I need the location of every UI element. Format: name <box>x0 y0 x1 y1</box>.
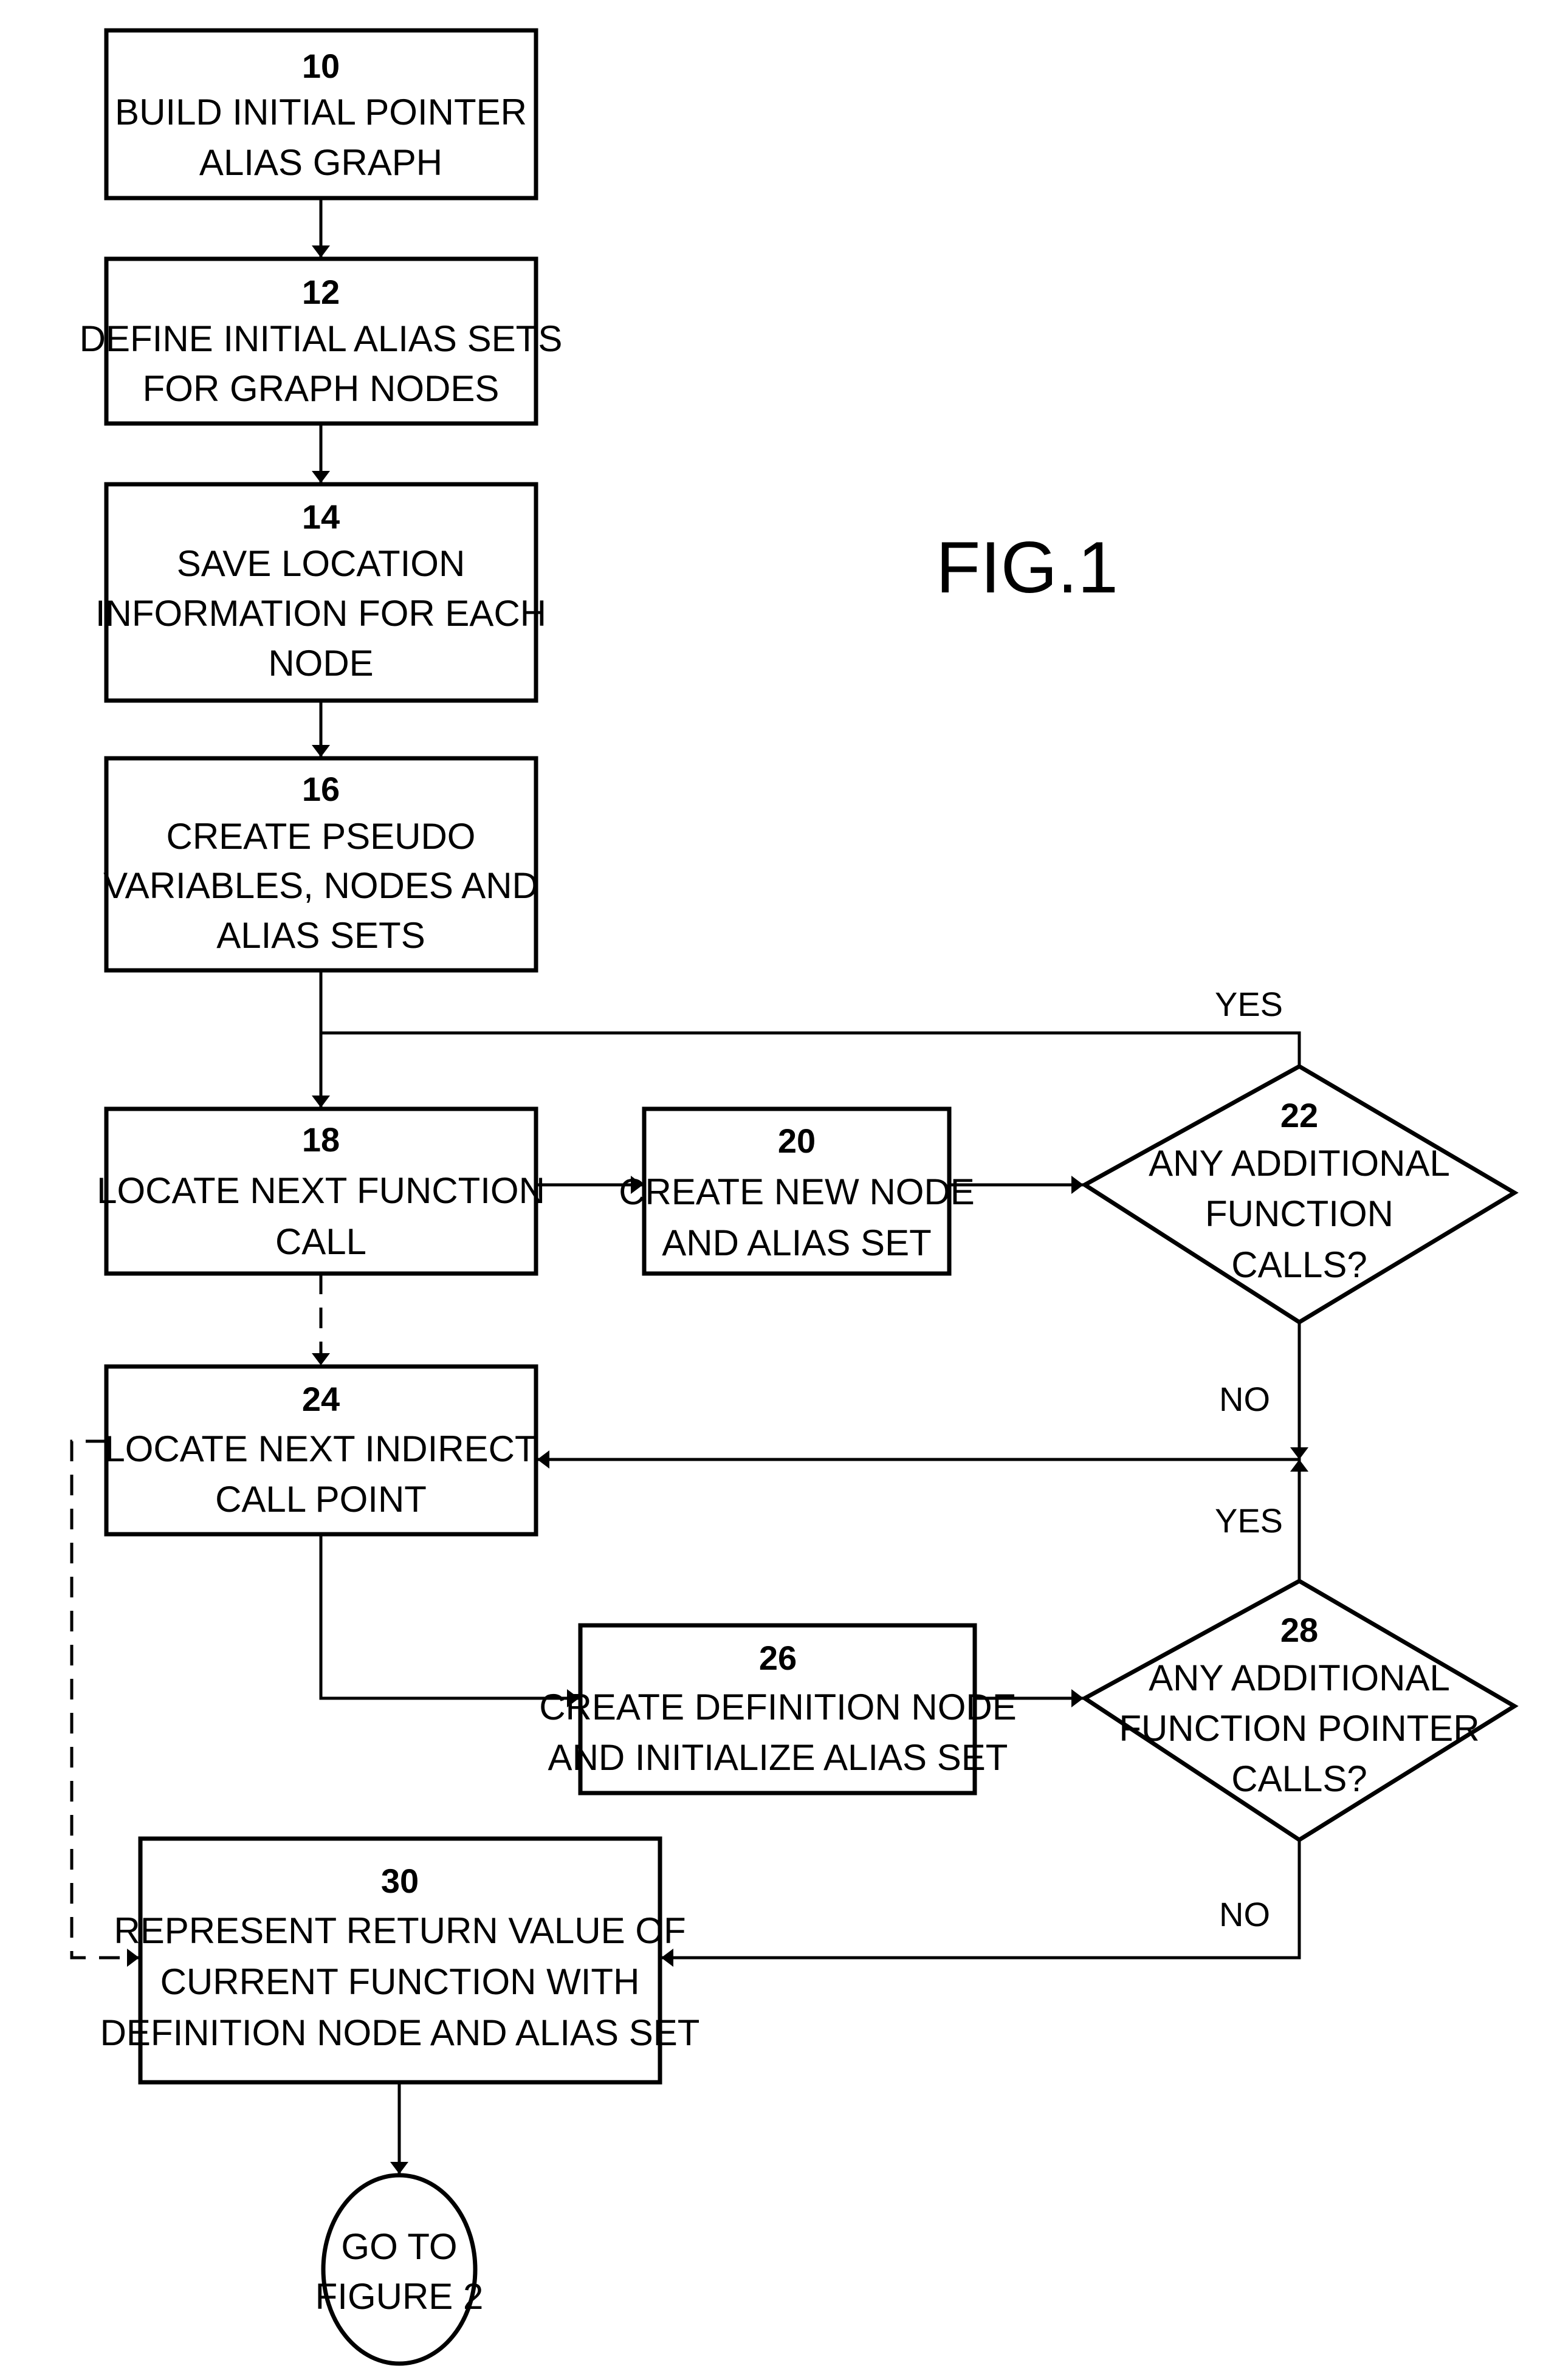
edge-label-22-no: NO <box>1219 1380 1270 1418</box>
edge-22-yes-loop <box>321 1031 1301 1066</box>
edge-28-no <box>661 1840 1301 1967</box>
node-24: 24 LOCATE NEXT INDIRECT CALL POINT <box>104 1364 538 1537</box>
node-22-line-3: CALLS? <box>1231 1244 1367 1285</box>
node-16: 16 CREATE PSEUDO VARIABLES, NODES AND AL… <box>103 756 538 973</box>
node-30: 30 REPRESENT RETURN VALUE OF CURRENT FUN… <box>100 1836 700 2085</box>
node-14-line-1: SAVE LOCATION <box>177 543 466 584</box>
node-20: 20 CREATE NEW NODE AND ALIAS SET <box>619 1106 975 1276</box>
terminator-line-1: GO TO <box>341 2226 457 2267</box>
node-28-line-2: FUNCTION POINTER <box>1119 1708 1479 1749</box>
figure-label: FIG.1 <box>936 527 1118 608</box>
terminator-go-to-figure-2: GO TO FIGURE 2 <box>315 2173 484 2366</box>
node-12-line-1: DEFINE INITIAL ALIAS SETS <box>80 318 563 359</box>
node-22-decision: 22 ANY ADDITIONAL FUNCTION CALLS? <box>1081 1063 1519 1325</box>
node-16-number: 16 <box>302 770 340 808</box>
node-14-line-3: NODE <box>268 643 373 684</box>
node-16-line-1: CREATE PSEUDO <box>167 816 476 857</box>
node-16-line-3: ALIAS SETS <box>216 915 425 956</box>
node-12-line-2: FOR GRAPH NODES <box>143 368 500 409</box>
node-20-line-2: AND ALIAS SET <box>662 1223 932 1263</box>
node-24-line-1: LOCATE NEXT INDIRECT <box>105 1428 537 1469</box>
node-14-number: 14 <box>302 498 340 536</box>
node-20-number: 20 <box>778 1122 816 1160</box>
flowchart: 10 BUILD INITIAL POINTER ALIAS GRAPH 12 … <box>70 28 1519 2366</box>
node-26-line-2: AND INITIALIZE ALIAS SET <box>548 1737 1008 1778</box>
node-28-line-3: CALLS? <box>1231 1758 1367 1799</box>
node-30-number: 30 <box>381 1862 419 1900</box>
node-10-line-2: ALIAS GRAPH <box>199 142 442 183</box>
node-18-number: 18 <box>302 1120 340 1159</box>
node-24-number: 24 <box>302 1380 340 1418</box>
node-22-number: 22 <box>1280 1096 1318 1134</box>
node-14: 14 SAVE LOCATION INFORMATION FOR EACH NO… <box>95 482 546 703</box>
node-18-line-2: CALL <box>275 1221 366 1262</box>
edge-label-22-yes: YES <box>1215 985 1283 1023</box>
node-14-line-2: INFORMATION FOR EACH <box>95 593 546 634</box>
node-22-line-2: FUNCTION <box>1205 1193 1393 1234</box>
node-10-number: 10 <box>302 47 340 85</box>
node-28-decision: 28 ANY ADDITIONAL FUNCTION POINTER CALLS… <box>1081 1578 1519 1843</box>
node-10-line-1: BUILD INITIAL POINTER <box>115 92 527 132</box>
edge-label-28-yes: YES <box>1215 1501 1283 1540</box>
node-28-number: 28 <box>1280 1611 1318 1649</box>
node-30-line-1: REPRESENT RETURN VALUE OF <box>114 1910 686 1951</box>
node-12: 12 DEFINE INITIAL ALIAS SETS FOR GRAPH N… <box>80 256 563 426</box>
node-26-number: 26 <box>759 1639 797 1677</box>
edge-label-28-no: NO <box>1219 1895 1270 1933</box>
node-30-line-3: DEFINITION NODE AND ALIAS SET <box>100 2012 700 2053</box>
terminator-line-2: FIGURE 2 <box>315 2276 484 2317</box>
node-26: 26 CREATE DEFINITION NODE AND INITIALIZE… <box>539 1623 1017 1795</box>
node-28-line-1: ANY ADDITIONAL <box>1149 1658 1450 1698</box>
node-22-line-1: ANY ADDITIONAL <box>1149 1143 1450 1184</box>
node-20-line-1: CREATE NEW NODE <box>619 1171 975 1212</box>
node-12-number: 12 <box>302 273 340 311</box>
node-16-line-2: VARIABLES, NODES AND <box>103 865 538 906</box>
node-18: 18 LOCATE NEXT FUNCTION CALL <box>97 1106 545 1276</box>
node-30-line-2: CURRENT FUNCTION WITH <box>160 1961 640 2002</box>
node-18-line-1: LOCATE NEXT FUNCTION <box>97 1170 545 1211</box>
node-10: 10 BUILD INITIAL POINTER ALIAS GRAPH <box>104 28 538 201</box>
node-24-line-2: CALL POINT <box>215 1479 427 1520</box>
edge-24-26 <box>319 1534 579 1707</box>
node-26-line-1: CREATE DEFINITION NODE <box>539 1687 1017 1727</box>
